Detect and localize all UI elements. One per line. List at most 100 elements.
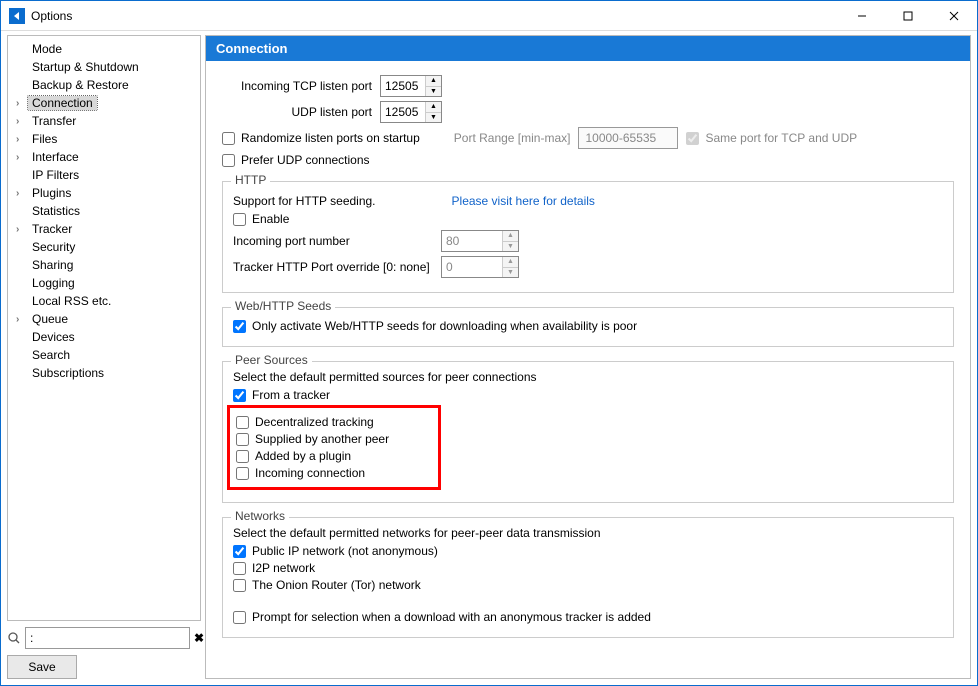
tree-item-label: Transfer xyxy=(28,114,80,128)
same-port-checkbox: Same port for TCP and UDP xyxy=(686,131,857,145)
webseeds-only-label: Only activate Web/HTTP seeds for downloa… xyxy=(252,319,637,333)
udp-port-spinner[interactable]: ▲▼ xyxy=(380,101,442,123)
http-enable-label: Enable xyxy=(252,212,289,226)
tree-item-label: Interface xyxy=(28,150,83,164)
tcp-port-input[interactable] xyxy=(381,76,425,96)
spin-up-icon[interactable]: ▲ xyxy=(426,102,441,113)
peersource-label: Supplied by another peer xyxy=(255,432,389,446)
sidebar: Mode Startup & Shutdown Backup & Restore ›C… xyxy=(1,31,201,685)
udp-port-input[interactable] xyxy=(381,102,425,122)
tree-item-label: Devices xyxy=(28,330,79,344)
randomize-checkbox[interactable]: Randomize listen ports on startup xyxy=(222,131,420,145)
networks-legend: Networks xyxy=(231,509,289,523)
search-icon xyxy=(7,629,21,647)
search-input[interactable] xyxy=(25,627,190,649)
peersource-checkbox[interactable]: Incoming connection xyxy=(236,466,432,480)
tree-item[interactable]: Mode xyxy=(8,40,200,58)
tree-item[interactable]: ›Tracker xyxy=(8,220,200,238)
webseeds-only-checkbox[interactable]: Only activate Web/HTTP seeds for downloa… xyxy=(233,319,943,333)
http-details-link[interactable]: Please visit here for details xyxy=(452,194,595,208)
http-group: HTTP Support for HTTP seeding. Please vi… xyxy=(222,181,954,293)
content: ModeStartup & ShutdownBackup & Restore›C… xyxy=(1,31,977,685)
highlight-box: Decentralized tracking Supplied by anothe… xyxy=(227,405,441,490)
spin-up-icon: ▲ xyxy=(503,257,518,268)
http-incoming-label: Incoming port number xyxy=(233,234,433,248)
panel-title: Connection xyxy=(206,36,970,61)
tree-item[interactable]: Security xyxy=(8,238,200,256)
prefer-udp-checkbox[interactable]: Prefer UDP connections xyxy=(222,153,954,167)
titlebar: Options xyxy=(1,1,977,31)
http-override-input xyxy=(442,257,502,277)
tree-item[interactable]: Local RSS etc. xyxy=(8,292,200,310)
tree-item-label: Search xyxy=(28,348,74,362)
clear-search-icon[interactable]: ✖ xyxy=(194,631,204,645)
tree-item[interactable]: IP Filters xyxy=(8,166,200,184)
tree-item-label: Files xyxy=(28,132,61,146)
peersource-checkbox[interactable]: Supplied by another peer xyxy=(236,432,432,446)
tree-item[interactable]: ›Files xyxy=(8,130,200,148)
tree-item[interactable]: ›Transfer xyxy=(8,112,200,130)
spin-down-icon[interactable]: ▼ xyxy=(426,113,441,123)
options-tree[interactable]: Mode Startup & Shutdown Backup & Restore ›C… xyxy=(7,35,201,621)
tree-item[interactable]: ›Connection xyxy=(8,94,200,112)
tree-item-label: Backup & Restore xyxy=(28,78,133,92)
http-incoming-spinner: ▲▼ xyxy=(441,230,519,252)
spin-down-icon: ▼ xyxy=(503,242,518,252)
expand-icon[interactable]: › xyxy=(16,188,28,199)
peersources-legend: Peer Sources xyxy=(231,353,312,367)
tree-item[interactable]: Statistics xyxy=(8,202,200,220)
close-button[interactable] xyxy=(931,1,977,31)
peersource-checkbox[interactable]: From a tracker xyxy=(233,388,943,402)
network-checkbox[interactable]: Public IP network (not anonymous) xyxy=(233,544,943,558)
peersource-checkbox[interactable]: Decentralized tracking xyxy=(236,415,432,429)
expand-icon[interactable]: › xyxy=(16,224,28,235)
tree-item[interactable]: Logging xyxy=(8,274,200,292)
tree-item[interactable]: Startup & Shutdown xyxy=(8,58,200,76)
tree-item-label: Tracker xyxy=(28,222,76,236)
expand-icon[interactable]: › xyxy=(16,134,28,145)
tree-item[interactable]: Sharing xyxy=(8,256,200,274)
expand-icon[interactable]: › xyxy=(16,98,28,109)
tree-item-label: Startup & Shutdown xyxy=(28,60,143,74)
spin-up-icon[interactable]: ▲ xyxy=(426,76,441,87)
tree-item[interactable]: ›Queue xyxy=(8,310,200,328)
window-title: Options xyxy=(31,9,72,23)
webseeds-legend: Web/HTTP Seeds xyxy=(231,299,335,313)
tree-item[interactable]: ›Interface xyxy=(8,148,200,166)
webseeds-group: Web/HTTP Seeds Only activate Web/HTTP se… xyxy=(222,307,954,347)
tree-item-label: Statistics xyxy=(28,204,84,218)
peersource-label: Incoming connection xyxy=(255,466,365,480)
tree-item[interactable]: Backup & Restore xyxy=(8,76,200,94)
tcp-port-spinner[interactable]: ▲▼ xyxy=(380,75,442,97)
tree-item[interactable]: Subscriptions xyxy=(8,364,200,382)
minimize-button[interactable] xyxy=(839,1,885,31)
expand-icon[interactable]: › xyxy=(16,152,28,163)
peersource-checkbox[interactable]: Added by a plugin xyxy=(236,449,432,463)
prefer-udp-label: Prefer UDP connections xyxy=(241,153,370,167)
port-range-label: Port Range [min-max] xyxy=(454,131,571,145)
tree-item[interactable]: Search xyxy=(8,346,200,364)
same-port-label: Same port for TCP and UDP xyxy=(705,131,857,145)
network-checkbox[interactable]: The Onion Router (Tor) network xyxy=(233,578,943,592)
tree-item-label: Mode xyxy=(28,42,66,56)
peersource-label: Added by a plugin xyxy=(255,449,351,463)
network-label: The Onion Router (Tor) network xyxy=(252,578,421,592)
network-label: Public IP network (not anonymous) xyxy=(252,544,438,558)
expand-icon[interactable]: › xyxy=(16,314,28,325)
settings-panel: Connection Incoming TCP listen port ▲▼ U… xyxy=(205,35,971,679)
http-incoming-input xyxy=(442,231,502,251)
tree-item[interactable]: ›Plugins xyxy=(8,184,200,202)
spin-down-icon: ▼ xyxy=(503,268,518,278)
network-checkbox[interactable]: I2P network xyxy=(233,561,943,575)
tree-item[interactable]: Devices xyxy=(8,328,200,346)
expand-icon[interactable]: › xyxy=(16,116,28,127)
http-enable-checkbox[interactable]: Enable xyxy=(233,212,943,226)
networks-prompt-checkbox[interactable]: Prompt for selection when a download wit… xyxy=(233,610,943,624)
tree-item-label: Plugins xyxy=(28,186,75,200)
maximize-button[interactable] xyxy=(885,1,931,31)
spin-down-icon[interactable]: ▼ xyxy=(426,87,441,97)
panel-scroll[interactable]: Incoming TCP listen port ▲▼ UDP listen p… xyxy=(206,61,970,678)
randomize-label: Randomize listen ports on startup xyxy=(241,131,420,145)
network-label: I2P network xyxy=(252,561,315,575)
save-button[interactable]: Save xyxy=(7,655,77,679)
